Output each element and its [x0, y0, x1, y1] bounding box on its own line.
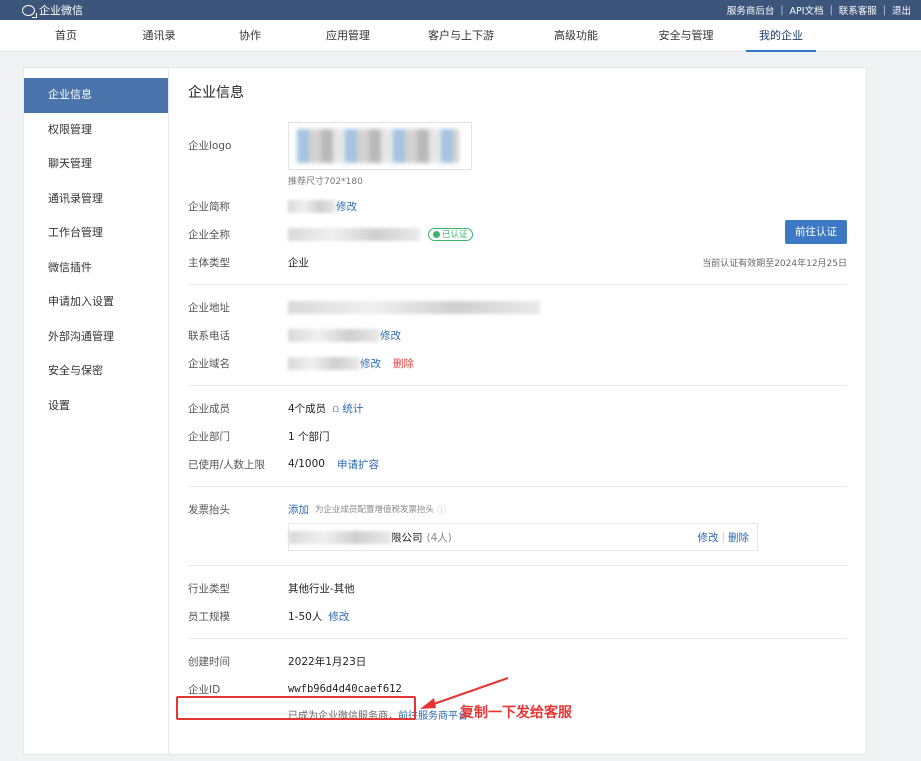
- page-title: 企业信息: [188, 85, 244, 101]
- domain-row: 企业域名 修改 删除: [188, 349, 847, 377]
- invoice-delete[interactable]: 删除: [728, 530, 749, 545]
- short-name-value: [288, 199, 336, 213]
- phone-label: 联系电话: [188, 329, 230, 342]
- scale-label: 员工规模: [188, 610, 230, 623]
- corp-id-value[interactable]: wwfb96d4d40caef612: [288, 683, 402, 695]
- invoice-add[interactable]: 添加: [288, 502, 309, 517]
- invoice-edit[interactable]: 修改: [697, 530, 718, 545]
- created-row: 创建时间 2022年1月23日: [188, 647, 847, 675]
- full-name-value: [288, 227, 420, 241]
- industry-value: 其他行业-其他: [288, 582, 355, 595]
- top-link-provider-admin[interactable]: 服务商后台: [727, 3, 775, 17]
- invoice-row: 发票抬头 添加 为企业成员配置增值税发票抬头 ⓘ: [188, 495, 847, 523]
- annotation-text: 复制一下发给客服: [460, 705, 572, 721]
- invoice-label: 发票抬头: [188, 503, 230, 516]
- phone-edit[interactable]: 修改: [380, 328, 401, 343]
- domain-label: 企业域名: [188, 357, 230, 370]
- nav-home[interactable]: 首页: [20, 20, 112, 52]
- depts-row: 企业部门 1 个部门: [188, 422, 847, 450]
- sidebar-item-contacts[interactable]: 通讯录管理: [24, 182, 168, 217]
- verified-shield-icon: [433, 230, 440, 238]
- short-name-row: 企业简称 修改: [188, 192, 847, 220]
- stats-link[interactable]: ⩍ 统计: [332, 401, 363, 416]
- stats-icon: ⩍: [332, 402, 343, 415]
- members-label: 企业成员: [188, 402, 230, 415]
- top-bar: 企业微信 服务商后台 | API文档 | 联系客服 | 退出: [0, 0, 921, 20]
- sidebar-item-enterprise-info[interactable]: 企业信息: [24, 78, 168, 113]
- industry-row: 行业类型 其他行业-其他: [188, 574, 847, 602]
- sidebar-item-permissions[interactable]: 权限管理: [24, 113, 168, 148]
- domain-edit[interactable]: 修改: [360, 356, 381, 371]
- usage-value: 4/1000: [288, 458, 325, 470]
- address-row: 企业地址: [188, 293, 847, 321]
- main-nav: 首页 通讯录 协作 应用管理 客户与上下游 高级功能 安全与管理 我的企业: [0, 20, 921, 52]
- verification-expire: 当前认证有效期至2024年12月25日: [702, 258, 847, 269]
- sidebar-item-settings[interactable]: 设置: [24, 389, 168, 424]
- phone-row: 联系电话 修改: [188, 321, 847, 349]
- phone-value: [288, 328, 380, 342]
- app-logo-text: 企业微信: [39, 4, 83, 17]
- depts-label: 企业部门: [188, 430, 230, 443]
- usage-row: 已使用/人数上限 4/1000 申请扩容: [188, 450, 847, 478]
- content-card: 企业信息 权限管理 聊天管理 通讯录管理 工作台管理 微信插件 申请加入设置 外…: [23, 67, 867, 755]
- entity-type-value: 企业: [288, 256, 309, 269]
- sidebar-item-security[interactable]: 安全与保密: [24, 354, 168, 389]
- members-value: 4个成员: [288, 402, 327, 415]
- nav-app-management[interactable]: 应用管理: [294, 20, 402, 52]
- nav-customers[interactable]: 客户与上下游: [402, 20, 520, 52]
- info-icon[interactable]: ⓘ: [437, 503, 446, 516]
- created-label: 创建时间: [188, 655, 230, 668]
- nav-security[interactable]: 安全与管理: [632, 20, 740, 52]
- sidebar-item-wechat-plugin[interactable]: 微信插件: [24, 251, 168, 286]
- enterprise-logo[interactable]: [288, 122, 472, 170]
- sidebar-item-external[interactable]: 外部沟通管理: [24, 320, 168, 355]
- top-link-contact-support[interactable]: 联系客服: [839, 3, 877, 17]
- address-label: 企业地址: [188, 301, 230, 314]
- members-row: 企业成员 4个成员 ⩍ 统计: [188, 394, 847, 422]
- scale-row: 员工规模 1-50人 修改: [188, 602, 847, 630]
- sidebar-item-join-settings[interactable]: 申请加入设置: [24, 285, 168, 320]
- verified-badge: 已认证: [428, 227, 473, 241]
- verify-button[interactable]: 前往认证: [785, 220, 847, 244]
- invoice-hint: 为企业成员配置增值税发票抬头: [315, 505, 435, 515]
- corp-id-label: 企业ID: [188, 683, 221, 696]
- nav-contacts[interactable]: 通讯录: [112, 20, 206, 52]
- sidebar-item-chat[interactable]: 聊天管理: [24, 147, 168, 182]
- usage-label: 已使用/人数上限: [188, 458, 266, 471]
- invoice-count: (4人): [426, 531, 452, 544]
- invoice-company: 限公司: [391, 531, 423, 544]
- nav-advanced[interactable]: 高级功能: [520, 20, 632, 52]
- invoice-item: 限公司 (4人) 修改 | 删除: [288, 523, 758, 551]
- top-link-api-docs[interactable]: API文档: [790, 3, 824, 17]
- expand-link[interactable]: 申请扩容: [337, 457, 379, 472]
- invoice-company-blur: [289, 530, 391, 544]
- nav-collaboration[interactable]: 协作: [206, 20, 294, 52]
- main-panel: 企业信息 企业logo 推荐尺寸702*180 企业简称 修改 企业全称 已认证…: [169, 68, 866, 754]
- app-logo[interactable]: 企业微信: [22, 2, 83, 18]
- created-value: 2022年1月23日: [288, 655, 367, 668]
- scale-edit[interactable]: 修改: [328, 609, 349, 624]
- sidebar: 企业信息 权限管理 聊天管理 通讯录管理 工作台管理 微信插件 申请加入设置 外…: [24, 68, 169, 754]
- logo-hint: 推荐尺寸702*180: [288, 177, 363, 187]
- scale-value: 1-50人: [288, 610, 323, 623]
- sidebar-item-workbench[interactable]: 工作台管理: [24, 216, 168, 251]
- address-value: [288, 300, 540, 314]
- entity-type-row: 主体类型 企业 当前认证有效期至2024年12月25日: [188, 248, 847, 276]
- wecom-logo-icon: [22, 4, 37, 18]
- full-name-label: 企业全称: [188, 228, 230, 241]
- domain-value: [288, 356, 360, 370]
- nav-my-enterprise[interactable]: 我的企业: [746, 20, 816, 52]
- depts-value: 1 个部门: [288, 430, 330, 443]
- industry-label: 行业类型: [188, 582, 230, 595]
- short-name-label: 企业简称: [188, 200, 230, 213]
- full-name-row: 企业全称 已认证 前往认证: [188, 220, 847, 248]
- short-name-edit[interactable]: 修改: [336, 199, 357, 214]
- logo-label: 企业logo: [188, 140, 232, 152]
- entity-type-label: 主体类型: [188, 256, 230, 269]
- top-links: 服务商后台 | API文档 | 联系客服 | 退出: [726, 3, 911, 18]
- corp-id-highlight: [176, 696, 416, 720]
- domain-delete[interactable]: 删除: [393, 356, 414, 371]
- top-link-logout[interactable]: 退出: [892, 3, 911, 17]
